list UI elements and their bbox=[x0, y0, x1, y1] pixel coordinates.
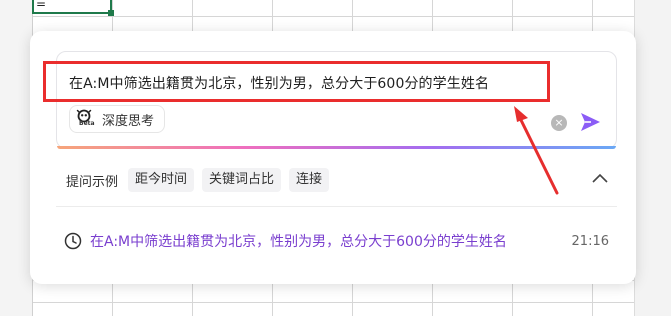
deep-think-toggle[interactable]: Beta 深度思考 bbox=[69, 105, 166, 133]
beta-badge: Beta bbox=[79, 120, 95, 127]
row-header-column bbox=[0, 0, 33, 316]
example-chip[interactable]: 连接 bbox=[289, 168, 330, 192]
history-time: 21:16 bbox=[571, 233, 609, 249]
prompt-text[interactable]: 在A:M中筛选出籍贯为北京，性别为男，总分大于600分的学生姓名 bbox=[69, 73, 489, 93]
deep-think-icon: Beta bbox=[76, 109, 96, 129]
active-cell-text: = bbox=[36, 0, 47, 11]
example-chip[interactable]: 关键词占比 bbox=[202, 168, 282, 192]
history-query[interactable]: 在A:M中筛选出籍贯为北京，性别为男，总分大于600分的学生姓名 bbox=[90, 231, 507, 251]
example-chip[interactable]: 距今时间 bbox=[128, 168, 195, 192]
divider bbox=[56, 206, 617, 207]
history-item[interactable]: 在A:M中筛选出籍贯为北京，性别为男，总分大于600分的学生姓名 21:16 bbox=[64, 230, 609, 252]
send-icon[interactable] bbox=[579, 111, 601, 133]
right-side-strip bbox=[634, 0, 671, 316]
deep-think-label: 深度思考 bbox=[102, 113, 155, 129]
collapse-icon[interactable] bbox=[592, 172, 608, 184]
clock-icon bbox=[64, 232, 82, 250]
clear-icon[interactable]: × bbox=[551, 115, 567, 131]
input-gradient-underline bbox=[57, 146, 616, 149]
examples-label: 提问示例 bbox=[66, 174, 119, 190]
fill-handle[interactable] bbox=[108, 10, 114, 16]
examples-row: 提问示例 距今时间 关键词占比 连接 bbox=[66, 167, 337, 193]
